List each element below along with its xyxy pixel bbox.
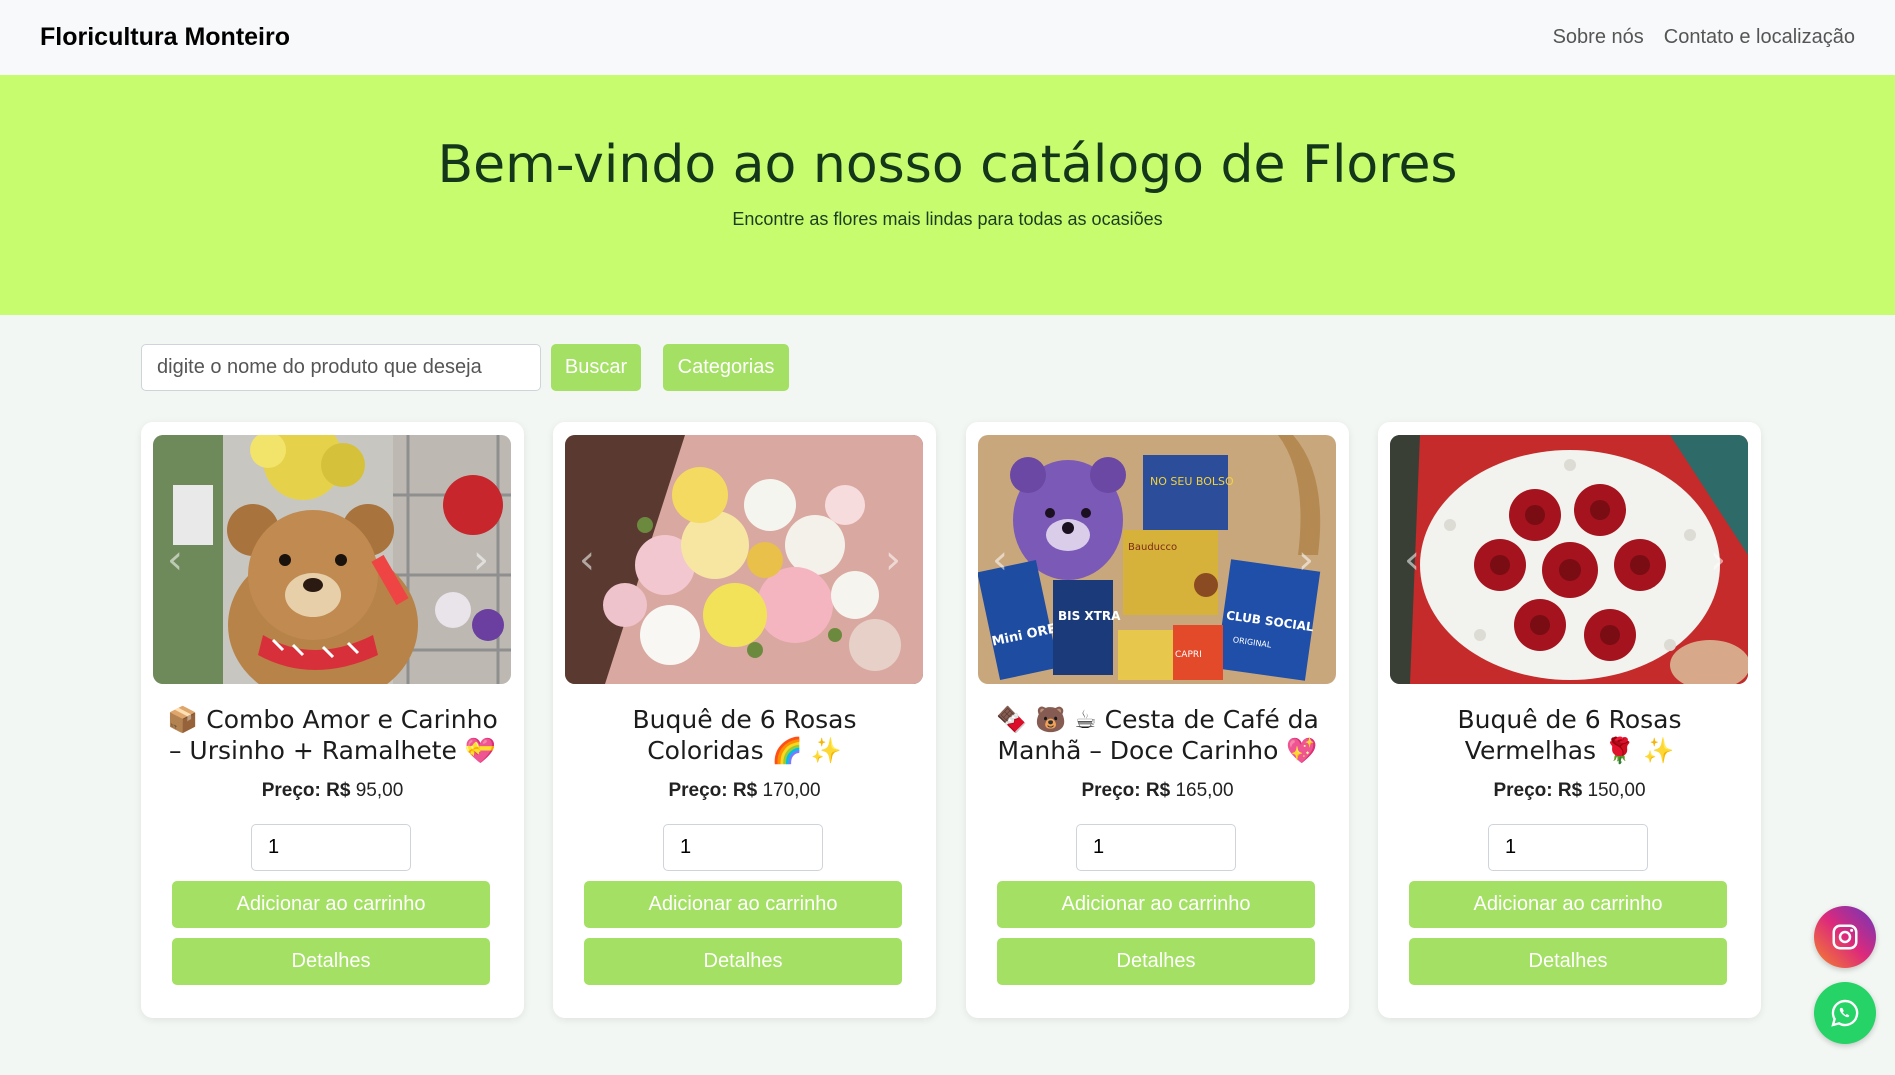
breakfast-basket-image: NO SEU BOLSO Bauducco Mini OREO BIS XTRA… [978,435,1336,684]
add-to-cart-button[interactable]: Adicionar ao carrinho [584,881,902,928]
product-title: 🍫 🐻 ☕ Cesta de Café da Manhã – Doce Cari… [996,705,1319,765]
snack-label-capri: CAPRI [1175,650,1202,660]
carousel-next-icon[interactable]: › [473,540,497,580]
search-button[interactable]: Buscar [551,344,641,391]
search-input[interactable] [141,344,541,391]
product-title: 📦 Combo Amor e Carinho – Ursinho + Ramal… [167,705,498,765]
carousel-prev-icon[interactable]: ‹ [992,540,1016,580]
carousel-prev-icon[interactable]: ‹ [579,540,603,580]
details-button[interactable]: Detalhes [997,938,1315,985]
details-button[interactable]: Detalhes [584,938,902,985]
instagram-icon [1832,924,1858,950]
carousel-prev-icon[interactable]: ‹ [1404,540,1428,580]
hero-banner: Bem-vindo ao nosso catálogo de Flores En… [0,75,1895,315]
product-card: ‹ › Buquê de 6 Rosas Coloridas 🌈 ✨ Preço… [553,422,936,1018]
product-price: Preço: R$ 165,00 [1081,780,1234,801]
add-to-cart-button[interactable]: Adicionar ao carrinho [1409,881,1727,928]
product-carousel: ‹ › [153,435,511,684]
product-price: Preço: R$ 95,00 [261,780,404,801]
instagram-button[interactable] [1814,906,1876,968]
product-price: Preço: R$ 150,00 [1493,780,1646,801]
search-row: Buscar Categorias [141,344,789,391]
whatsapp-icon [1831,999,1859,1027]
nav-link-about[interactable]: Sobre nós [1553,26,1644,49]
teddy-bear-image [153,435,511,684]
whatsapp-button[interactable] [1814,982,1876,1044]
product-title: Buquê de 6 Rosas Coloridas 🌈 ✨ [632,705,857,765]
quantity-input[interactable] [663,824,823,871]
categories-button[interactable]: Categorias [663,344,789,391]
carousel-next-icon[interactable]: › [885,540,909,580]
navbar: Floricultura Monteiro Sobre nós Contato … [0,0,1895,75]
brand-logo[interactable]: Floricultura Monteiro [40,23,290,52]
quantity-input[interactable] [1488,824,1648,871]
carousel-prev-icon[interactable]: ‹ [167,540,191,580]
carousel-next-icon[interactable]: › [1710,540,1734,580]
snack-label-no-seu-bolso: NO SEU BOLSO [1150,475,1234,488]
product-price: Preço: R$ 170,00 [668,780,821,801]
product-card: NO SEU BOLSO Bauducco Mini OREO BIS XTRA… [966,422,1349,1018]
nav-links: Sobre nós Contato e localização [1553,26,1855,49]
product-carousel: ‹ › [1390,435,1748,684]
product-card: ‹ › 📦 Combo Amor e Carinho – Ursinho + R… [141,422,524,1018]
product-carousel: NO SEU BOLSO Bauducco Mini OREO BIS XTRA… [978,435,1336,684]
quantity-input[interactable] [1076,824,1236,871]
details-button[interactable]: Detalhes [172,938,490,985]
carousel-next-icon[interactable]: › [1298,540,1322,580]
product-carousel: ‹ › [565,435,923,684]
add-to-cart-button[interactable]: Adicionar ao carrinho [997,881,1315,928]
details-button[interactable]: Detalhes [1409,938,1727,985]
product-title: Buquê de 6 Rosas Vermelhas 🌹 ✨ [1457,705,1682,765]
add-to-cart-button[interactable]: Adicionar ao carrinho [172,881,490,928]
hero-title: Bem-vindo ao nosso catálogo de Flores [437,135,1458,195]
quantity-input[interactable] [251,824,411,871]
snack-label-bauducco: Bauducco [1128,542,1177,553]
nav-link-contact[interactable]: Contato e localização [1664,26,1855,49]
product-card: ‹ › Buquê de 6 Rosas Vermelhas 🌹 ✨ Preço… [1378,422,1761,1018]
red-roses-image [1390,435,1748,684]
hero-subtitle: Encontre as flores mais lindas para toda… [732,209,1163,229]
snack-label-bis: BIS XTRA [1058,609,1121,623]
colored-roses-image [565,435,923,684]
